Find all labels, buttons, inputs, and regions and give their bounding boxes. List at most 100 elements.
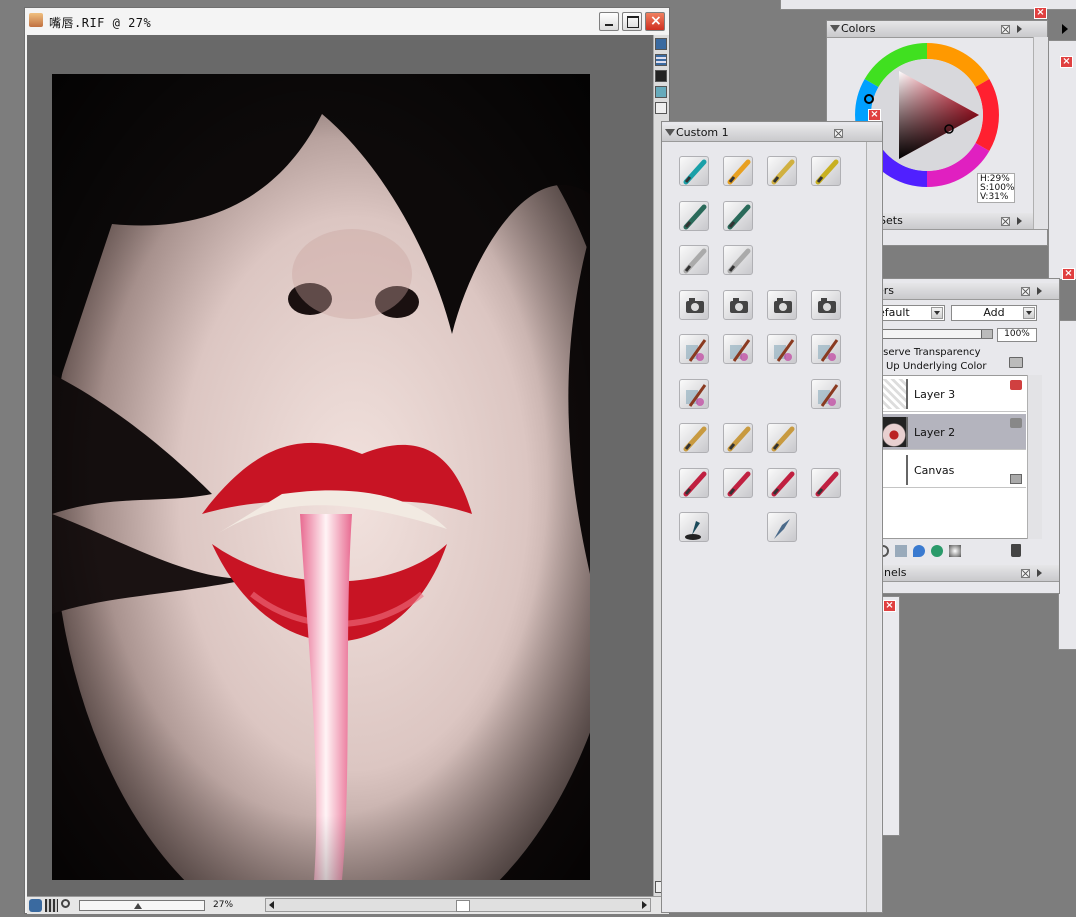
new-watercolor-layer-icon[interactable] (931, 545, 943, 557)
watercolor-icon[interactable] (811, 334, 841, 364)
custom-palette-scrollbar[interactable] (866, 142, 881, 912)
green-pencil-icon[interactable] (811, 156, 841, 186)
airbrush-icon[interactable] (679, 200, 709, 231)
palette-close-icon[interactable] (1001, 25, 1010, 34)
horizontal-scrollbar[interactable] (265, 898, 651, 912)
eraser-pencil-icon[interactable] (767, 156, 797, 186)
tracing-paper-icon[interactable] (655, 38, 667, 50)
camera-icon[interactable] (679, 289, 709, 320)
close-icon[interactable]: × (1062, 268, 1075, 280)
palette-menu-arrow-icon[interactable] (1037, 287, 1042, 295)
camera-icon[interactable] (767, 289, 797, 320)
palette-close-icon[interactable] (834, 129, 843, 138)
close-icon[interactable]: × (1060, 56, 1073, 68)
flat-brush-icon (683, 426, 707, 452)
composite-depth-select[interactable]: Add (951, 305, 1037, 321)
paint-brush-icon[interactable] (723, 467, 753, 498)
paint-brush-icon (727, 471, 751, 496)
paint-brush-icon[interactable] (767, 467, 797, 498)
minimize-button[interactable] (599, 12, 619, 31)
paint-brush-icon (771, 471, 795, 496)
new-layer-icon[interactable] (895, 545, 907, 557)
drawing-mode-icon[interactable] (655, 70, 667, 82)
watercolor-icon[interactable] (723, 334, 753, 364)
airbrush-icon[interactable] (723, 200, 753, 231)
layer-mask-icon[interactable] (949, 545, 961, 557)
palette-close-icon[interactable] (1001, 217, 1010, 226)
hidden-palette-right-2 (1058, 320, 1076, 650)
ink-pen-icon[interactable] (679, 512, 709, 542)
zoom-icon[interactable] (61, 899, 70, 908)
scroll-thumb[interactable] (456, 900, 470, 912)
flat-brush-icon[interactable] (767, 423, 797, 453)
teal-pencil-icon (683, 159, 707, 185)
layer-name: Layer 2 (914, 426, 956, 439)
preserve-transparency-label[interactable]: eserve Transparency (877, 347, 981, 358)
flat-brush-icon[interactable] (723, 423, 753, 453)
layers-palette-header[interactable]: ers (871, 283, 1059, 300)
camera-icon[interactable] (723, 289, 753, 320)
layer-row-layer-2[interactable]: Layer 2 (880, 414, 1026, 450)
palette-close-icon[interactable] (1021, 287, 1030, 296)
lock-icon[interactable] (1009, 357, 1023, 368)
palette-menu-arrow-icon[interactable] (1037, 569, 1042, 577)
camera-icon (686, 297, 704, 313)
watercolor-icon[interactable] (767, 334, 797, 364)
palette-knife-icon[interactable] (767, 512, 797, 542)
collapse-triangle-icon[interactable] (665, 129, 675, 136)
close-icon[interactable]: × (868, 109, 881, 121)
grid-icon[interactable] (655, 54, 667, 66)
navigator-icon[interactable] (29, 899, 42, 912)
pick-up-underlying-color-label[interactable]: k Up Underlying Color (877, 361, 987, 372)
palette-close-icon[interactable] (1021, 569, 1030, 578)
paint-brush-icon[interactable] (679, 467, 709, 498)
pen-nib-icon[interactable] (679, 245, 709, 275)
palette-menu-arrow-icon[interactable] (1017, 25, 1022, 33)
grabber-icon[interactable] (45, 899, 58, 912)
chevron-up-icon[interactable] (655, 102, 667, 114)
zoom-slider-thumb[interactable] (134, 903, 142, 909)
camera-icon (818, 297, 836, 313)
maximize-button[interactable] (622, 12, 642, 31)
opacity-slider-thumb[interactable] (981, 330, 992, 338)
close-button[interactable]: × (645, 12, 665, 31)
close-icon: × (650, 13, 662, 29)
layer-list-scrollbar[interactable] (1027, 375, 1042, 539)
nozzle-icon[interactable] (655, 86, 667, 98)
camera-icon[interactable] (811, 289, 841, 320)
watercolor-icon[interactable] (811, 378, 841, 409)
paint-brush-icon[interactable] (811, 467, 841, 498)
colors-scrollbar[interactable] (1033, 37, 1048, 229)
opacity-field[interactable]: 100% (997, 328, 1037, 342)
trash-icon[interactable] (1011, 544, 1021, 557)
canvas-area[interactable] (27, 35, 653, 896)
watercolor-icon[interactable] (679, 378, 709, 409)
orange-pencil-icon[interactable] (723, 156, 753, 186)
custom-palette-header[interactable]: Custom 1 (662, 125, 882, 142)
composite-method-select[interactable]: efault (875, 305, 945, 321)
document-title-bar[interactable]: 嘴唇.RIF @ 27% × (25, 8, 669, 34)
watercolor-icon[interactable] (679, 334, 709, 364)
teal-pencil-icon[interactable] (679, 156, 709, 186)
channels-palette-header[interactable]: nnels (871, 565, 1059, 582)
airbrush-icon (683, 204, 707, 229)
green-pencil-icon (815, 159, 839, 185)
layer-row-canvas[interactable]: Canvas (880, 452, 1026, 488)
layer-row-layer-3[interactable]: Layer 3 (880, 376, 1026, 412)
artwork-canvas[interactable] (52, 74, 590, 880)
close-icon[interactable]: × (883, 600, 896, 612)
colors-palette-header[interactable]: Colors (827, 21, 1047, 38)
scroll-left-icon[interactable] (269, 901, 274, 909)
close-icon[interactable]: × (1034, 7, 1047, 19)
lock-icon[interactable] (1010, 474, 1022, 484)
zoom-slider[interactable] (79, 900, 205, 911)
palette-menu-arrow-icon[interactable] (1017, 217, 1022, 225)
collapse-triangle-icon[interactable] (830, 25, 840, 32)
flat-brush-icon[interactable] (679, 423, 709, 453)
menu-arrow-icon[interactable] (1062, 24, 1068, 34)
dynamic-plugins-icon[interactable] (913, 545, 925, 557)
scroll-right-icon[interactable] (642, 901, 647, 909)
paint-brush-icon (683, 471, 707, 496)
pen-nib-icon[interactable] (723, 245, 753, 275)
opacity-slider[interactable] (875, 329, 993, 339)
